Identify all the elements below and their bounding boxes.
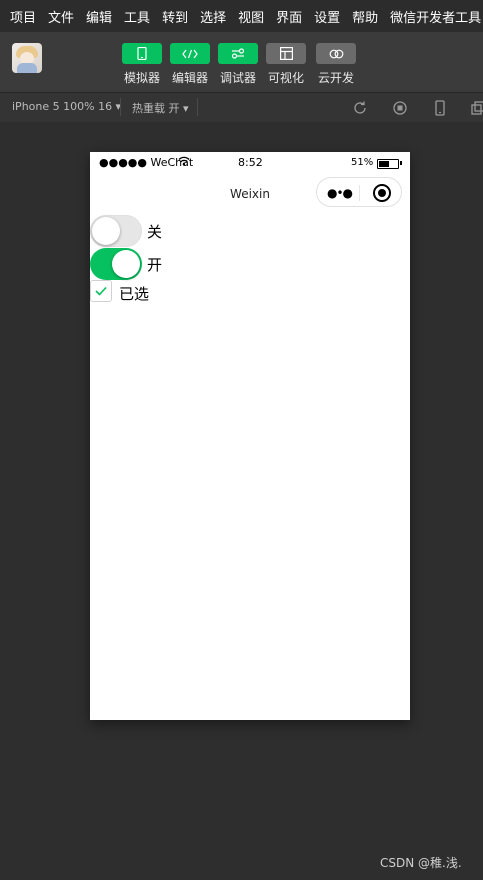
debugger-button[interactable]: 调试器 [213,43,263,86]
editor-button[interactable]: 编辑器 [165,43,215,86]
device-bar: iPhone 5 100% 16 ▾ 热重载 开 ▾ [0,92,483,122]
switch-on-label: 开 [147,256,163,274]
status-time: 8:52 [238,156,263,169]
capsule-menu: ●•● [316,177,402,207]
debugger-label: 调试器 [219,71,256,85]
simulator-label: 模拟器 [123,71,160,85]
phone-icon [122,43,162,64]
code-icon [170,43,210,64]
watermark: CSDN @稚.浅. [380,856,462,870]
switch-knob [112,250,140,278]
avatar[interactable] [12,43,42,73]
checkbox[interactable] [90,280,112,302]
status-bar: ●●●●● WeChat 8:52 51% [90,152,410,172]
menu-devtools[interactable]: 微信开发者工具 [388,7,483,26]
debug-icon [218,43,258,64]
simulator-button[interactable]: 模拟器 [117,43,167,86]
check-icon [95,286,107,296]
cloud-icon [316,43,356,64]
cloud-label: 云开发 [317,71,354,85]
checkbox-label: 已选 [119,285,150,303]
menu-goto[interactable]: 转到 [160,7,190,26]
menu-project[interactable]: 项目 [8,7,38,26]
menu-help[interactable]: 帮助 [350,7,380,26]
close-target-icon[interactable] [373,184,391,202]
more-icon[interactable]: ●•● [327,186,353,200]
visualize-label: 可视化 [267,71,304,85]
simulator-screen: ●●●●● WeChat 8:52 51% Weixin ●•● 关 开 已选 [90,152,410,720]
visualize-button[interactable]: 可视化 [261,43,311,86]
menu-bar: 项目 文件 编辑 工具 转到 选择 视图 界面 设置 帮助 微信开发者工具 [0,0,483,32]
editor-label: 编辑器 [171,71,208,85]
menu-interface[interactable]: 界面 [274,7,304,26]
cloud-button[interactable]: 云开发 [311,43,361,86]
toolbar: 模拟器 编辑器 调试器 可视化 云开发 [0,32,483,92]
hot-reload-select[interactable]: 热重载 开 ▾ [132,100,189,116]
battery-icon [377,159,399,169]
menu-view[interactable]: 视图 [236,7,266,26]
wifi-icon [178,156,190,166]
detach-icon[interactable] [470,100,483,116]
menu-select[interactable]: 选择 [198,7,228,26]
refresh-icon[interactable] [352,100,368,116]
switch-off[interactable] [90,215,142,247]
menu-settings[interactable]: 设置 [312,7,342,26]
menu-edit[interactable]: 编辑 [84,7,114,26]
switch-on[interactable] [90,248,142,280]
phone-icon[interactable] [432,100,448,116]
stop-icon[interactable] [392,100,408,116]
device-select[interactable]: iPhone 5 100% 16 ▾ [12,100,121,113]
menu-file[interactable]: 文件 [46,7,76,26]
battery-percent: 51% [351,157,374,168]
switch-off-label: 关 [147,223,163,241]
menu-tools[interactable]: 工具 [122,7,152,26]
divider [197,98,198,116]
divider [120,98,121,116]
switch-knob [92,217,120,245]
layout-icon [266,43,306,64]
